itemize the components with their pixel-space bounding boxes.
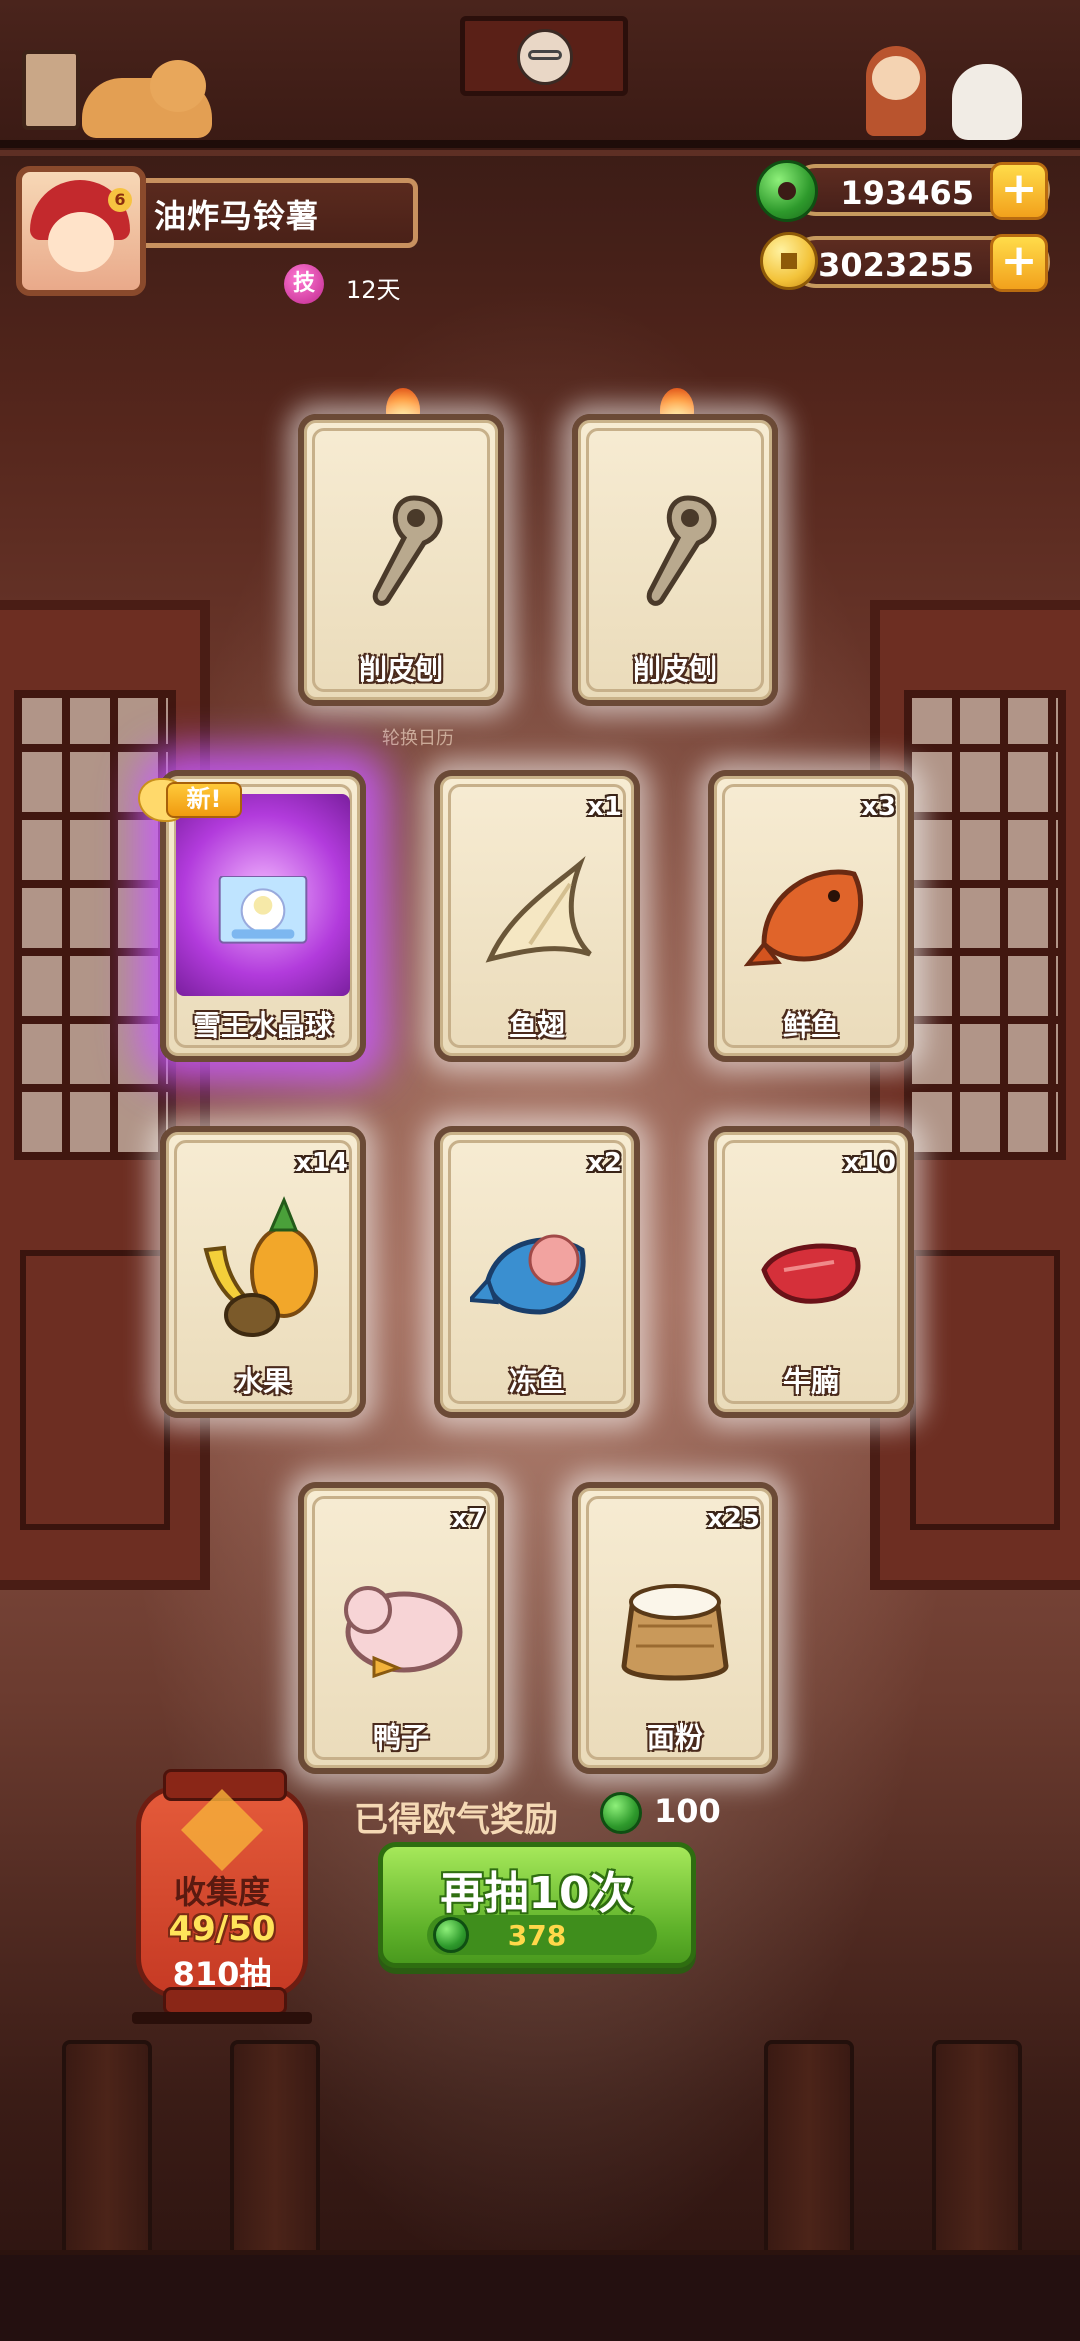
shark-fin-icon [485,856,592,963]
card-name: 鲜鱼 [782,1009,839,1042]
notebook-icon[interactable] [22,50,80,130]
peeler-icon [646,495,717,606]
card-name: 削皮刨 [358,653,443,686]
card-name: 鸭子 [372,1721,429,1754]
reward-card[interactable]: 削皮刨 [298,414,504,706]
fish-icon [744,869,864,967]
floor-bottom [0,2255,1080,2341]
collection-progress: 49/50 [168,1909,276,1949]
card-count: x10 [843,1148,896,1178]
card-name: 牛腩 [782,1365,839,1398]
new-badge: 新! [138,772,248,824]
card-count: x14 [295,1148,348,1178]
card-name: 冻鱼 [508,1365,565,1398]
card-name: 鱼翅 [508,1009,565,1042]
draw-again-label: 再抽10次 [440,1868,634,1919]
reward-card[interactable]: x25 面粉 [572,1482,778,1774]
card-name: 面粉 [646,1721,703,1754]
draw-again-button[interactable]: 再抽10次 378 [378,1842,696,1968]
level-badge: 6 [108,188,132,212]
chef-character-icon [866,46,926,136]
tabby-cat-icon [82,60,212,138]
lantern-stand [132,2012,312,2024]
flour-sack-icon [621,1584,729,1681]
reward-card[interactable]: 削皮刨 [572,414,778,706]
jade-amount: 193465 [840,174,974,212]
reward-value: 100 [654,1792,721,1830]
coin-amount: 73023255 [795,246,974,284]
collection-lantern[interactable]: 收集度 49/50 810抽 [136,1769,308,2015]
card-count: x7 [451,1504,486,1534]
rotation-calendar-label: 轮换日历 [382,728,454,749]
frozen-fish-icon [470,1234,586,1315]
right-door [870,600,1080,1590]
card-count: x3 [861,792,896,822]
peeler-icon [372,495,443,606]
reward-card[interactable]: x7 鸭子 [298,1482,504,1774]
card-count: x1 [587,792,622,822]
card-count: x2 [587,1148,622,1178]
add-coins-button[interactable]: + [990,234,1048,292]
jade-currency-bar: 193465 + [790,162,1050,220]
collection-title: 收集度 [173,1873,270,1911]
left-door [0,600,210,1590]
white-cat-icon [952,64,1022,140]
card-count: x25 [707,1504,760,1534]
hanging-scroll-icon[interactable] [460,16,628,96]
shelf-edge [0,140,1080,148]
reward-card[interactable]: x1 鱼翅 [434,770,640,1062]
player-avatar[interactable]: 6 [16,166,146,296]
reward-card[interactable]: x2 冻鱼 [434,1126,640,1418]
coin-currency-bar: 73023255 + [790,234,1050,292]
card-name: 削皮刨 [632,653,717,686]
snow-globe-icon [218,876,308,944]
reward-label: 已得欧气奖励 [354,1800,558,1840]
player-name: 油炸马铃薯 [154,197,320,235]
beef-icon [761,1243,861,1304]
player-name-plate: 油炸马铃薯 [146,178,418,248]
reward-card[interactable]: x10 牛腩 [708,1126,914,1418]
reward-card[interactable]: x3 鲜鱼 [708,770,914,1062]
jade-icon [600,1792,642,1834]
days-counter: 12天 [346,276,401,304]
duck-icon [344,1586,463,1679]
reward-card[interactable]: x14 水果 [160,1126,366,1418]
fruit-basket-icon [203,1196,318,1337]
coin-icon [760,232,818,290]
card-name: 雪王水晶球 [192,1009,333,1042]
card-name: 水果 [234,1365,291,1398]
jade-icon [756,160,818,222]
add-jade-button[interactable]: + [990,162,1048,220]
reward-card-new[interactable]: 雪王水晶球 新! [138,770,366,1062]
draw-cost: 378 [507,1919,567,1952]
skill-icon[interactable]: 技 [284,264,324,304]
